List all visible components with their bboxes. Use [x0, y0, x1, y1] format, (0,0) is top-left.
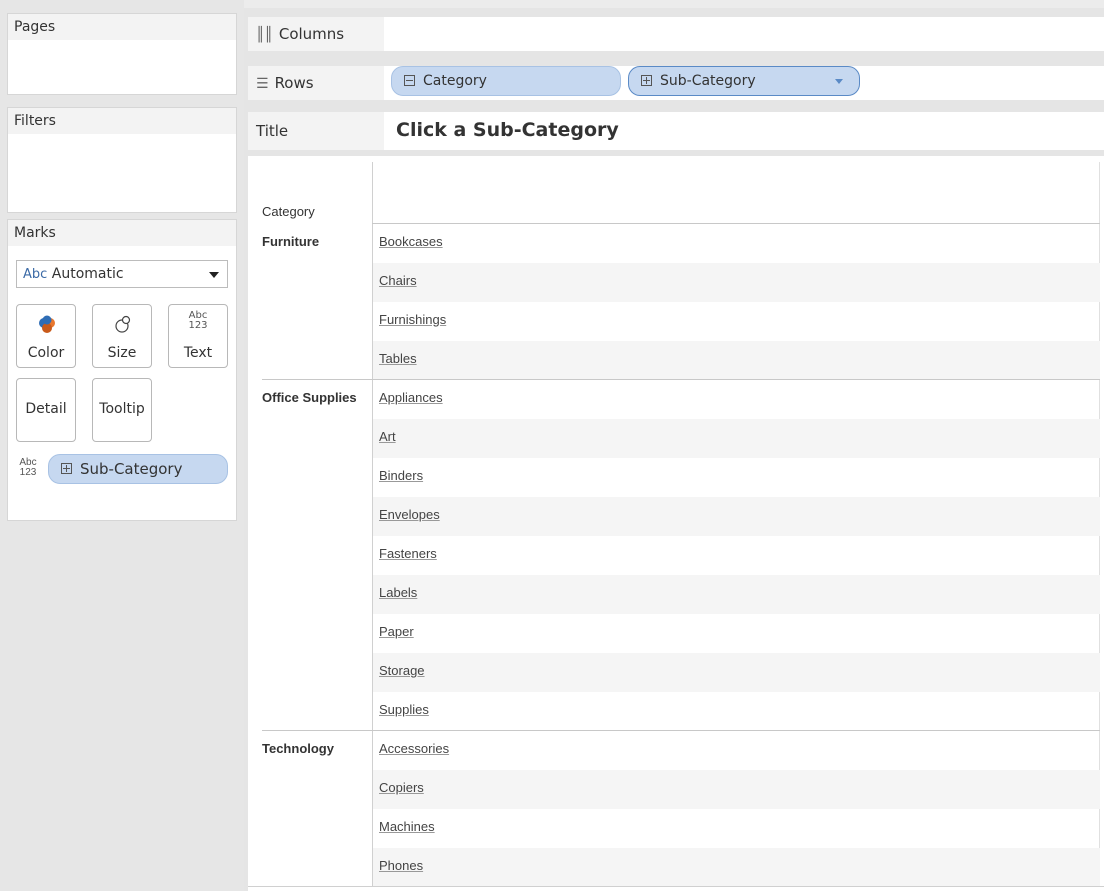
table-row: Storage: [373, 653, 1100, 692]
sub-category-link[interactable]: Supplies: [379, 702, 429, 717]
sub-category-link[interactable]: Storage: [379, 663, 425, 678]
rows-icon: ☰: [256, 76, 269, 92]
category-column-header: Category: [262, 204, 315, 219]
expand-icon: [641, 74, 652, 86]
table-row: Chairs: [373, 263, 1100, 302]
table-row: Art: [373, 419, 1100, 458]
size-label: Size: [107, 345, 137, 361]
table-row: Paper: [373, 614, 1100, 653]
sub-category-link[interactable]: Appliances: [379, 390, 443, 405]
rows-label-text: Rows: [274, 74, 314, 92]
table-bottom-rule: [248, 886, 1104, 887]
text-encoding-icon-bottom: 123: [19, 467, 37, 478]
table-row: Bookcases: [373, 224, 1100, 263]
category-pill-label: Category: [423, 73, 487, 89]
text-label: Text: [183, 345, 213, 361]
rows-shelf-label: ☰ Rows: [248, 66, 384, 100]
filters-header: Filters: [8, 108, 236, 134]
color-label: Color: [27, 345, 65, 361]
sub-category-link[interactable]: Paper: [379, 624, 414, 639]
table-row: Phones: [373, 848, 1100, 887]
table-row: Furnishings: [373, 302, 1100, 341]
view-title[interactable]: Click a Sub-Category: [396, 112, 619, 150]
text-encoding-icon: Abc 123: [16, 458, 40, 478]
rows-shelf[interactable]: ☰ Rows Category Sub-Category: [248, 66, 1104, 100]
chevron-down-icon[interactable]: [835, 79, 843, 84]
detail-label: Detail: [25, 401, 67, 417]
columns-label-text: Columns: [278, 25, 345, 43]
mark-type-dropdown[interactable]: Abc Automatic: [16, 260, 228, 288]
table-row: Labels: [373, 575, 1100, 614]
mark-type-value: Automatic: [51, 266, 124, 282]
abc-icon: Abc: [23, 267, 48, 282]
category-cell: Technology: [262, 741, 334, 756]
table-row: Copiers: [373, 770, 1100, 809]
size-button[interactable]: Size: [92, 304, 152, 368]
sub-category-link[interactable]: Chairs: [379, 273, 417, 288]
table-row: Appliances: [373, 380, 1100, 419]
columns-shelf-label: ║║ Columns: [248, 17, 384, 51]
sub-category-pill-label: Sub-Category: [660, 73, 756, 89]
category-pill[interactable]: Category: [391, 66, 621, 96]
sub-category-link[interactable]: Binders: [379, 468, 423, 483]
text-icon-bottom: 123: [188, 320, 208, 331]
color-button[interactable]: Color: [16, 304, 76, 368]
table-row: Supplies: [373, 692, 1100, 731]
color-icon: [17, 311, 75, 337]
marks-field-label: Sub-Category: [80, 460, 183, 478]
category-cell: Furniture: [262, 234, 320, 249]
text-icon: Abc 123: [169, 311, 227, 331]
sub-category-link[interactable]: Machines: [379, 819, 435, 834]
table-row: Fasteners: [373, 536, 1100, 575]
sub-category-link[interactable]: Envelopes: [379, 507, 440, 522]
marks-header: Marks: [8, 220, 236, 246]
title-shelf[interactable]: Title Click a Sub-Category: [248, 112, 1104, 150]
chevron-down-icon: [209, 272, 219, 278]
sub-category-pill[interactable]: Sub-Category: [628, 66, 860, 96]
tooltip-button[interactable]: Tooltip: [92, 378, 152, 442]
tooltip-label: Tooltip: [99, 401, 145, 417]
table-row: Machines: [373, 809, 1100, 848]
pages-card[interactable]: Pages: [8, 14, 236, 94]
collapse-icon: [404, 74, 415, 86]
sub-category-link[interactable]: Bookcases: [379, 234, 443, 249]
table-row: Tables: [373, 341, 1100, 380]
columns-shelf[interactable]: ║║ Columns: [248, 17, 1104, 51]
sub-category-link[interactable]: Tables: [379, 351, 417, 366]
detail-button[interactable]: Detail: [16, 378, 76, 442]
title-shelf-label: Title: [248, 112, 384, 150]
sub-category-link[interactable]: Accessories: [379, 741, 449, 756]
table-row: Binders: [373, 458, 1100, 497]
columns-icon: ║║: [256, 27, 273, 43]
marks-card: Marks Abc Automatic Color Size Abc 123 T…: [8, 220, 236, 520]
filters-card[interactable]: Filters: [8, 108, 236, 212]
category-cell: Office Supplies: [262, 390, 357, 405]
sidebar: Pages Filters Marks Abc Automatic Color: [0, 0, 244, 891]
pages-header: Pages: [8, 14, 236, 40]
marks-field-pill[interactable]: Sub-Category: [48, 454, 228, 484]
sub-category-link[interactable]: Furnishings: [379, 312, 446, 327]
table-row: Envelopes: [373, 497, 1100, 536]
view-table: Category Furniture Bookcases Chairs Furnish…: [248, 156, 1104, 891]
table-row: Accessories: [373, 731, 1100, 770]
size-icon: [93, 311, 151, 337]
expand-icon: [61, 463, 72, 474]
sub-category-link[interactable]: Art: [379, 429, 396, 444]
sub-category-link[interactable]: Copiers: [379, 780, 424, 795]
text-button[interactable]: Abc 123 Text: [168, 304, 228, 368]
sub-category-link[interactable]: Phones: [379, 858, 423, 873]
sub-category-link[interactable]: Labels: [379, 585, 417, 600]
sub-category-link[interactable]: Fasteners: [379, 546, 437, 561]
